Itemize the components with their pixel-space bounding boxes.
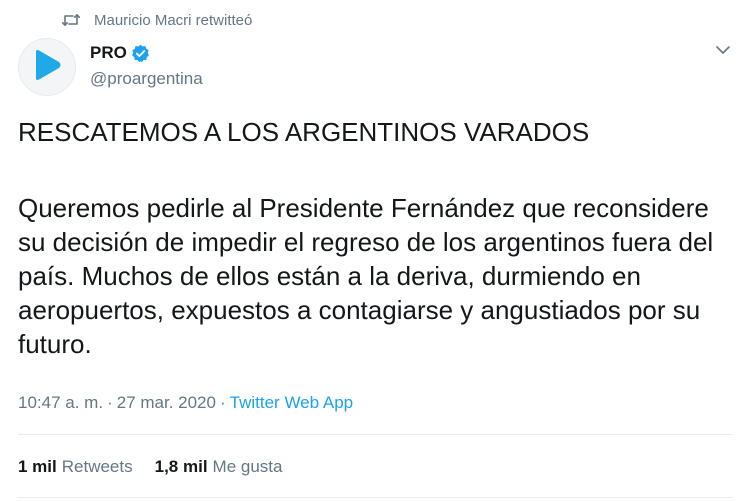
tweet-title: RESCATEMOS A LOS ARGENTINOS VARADOS (18, 117, 590, 147)
likes-count: 1,8 mil (154, 457, 208, 476)
author-name-row[interactable]: PRO (90, 43, 203, 63)
divider (18, 434, 733, 435)
author-block: PRO @proargentina (90, 43, 203, 89)
likes-stat[interactable]: 1,8 mil Me gusta (155, 457, 283, 477)
meta-separator: · (107, 393, 113, 412)
engagement-stats: 1 mil Retweets 1,8 mil Me gusta (18, 457, 282, 477)
divider (18, 497, 733, 498)
retweets-count: 1 mil (18, 457, 57, 476)
tweet-time[interactable]: 10:47 a. m. (18, 393, 103, 413)
tweet-menu-button[interactable] (712, 40, 734, 62)
author-name[interactable]: PRO (90, 43, 127, 63)
tweet-card: Mauricio Macri retwitteó PRO @proargenti… (0, 0, 750, 501)
pro-play-logo (32, 49, 62, 86)
tweet-metadata: 10:47 a. m. · 27 mar. 2020 · Twitter Web… (18, 393, 353, 413)
retweeted-by-text[interactable]: Mauricio Macri retwitteó (94, 12, 252, 29)
author-handle[interactable]: @proargentina (90, 69, 203, 89)
likes-label: Me gusta (212, 457, 283, 476)
retweets-stat[interactable]: 1 mil Retweets (18, 457, 133, 477)
retweet-context: Mauricio Macri retwitteó (62, 8, 252, 32)
verified-badge-icon (127, 44, 150, 63)
chevron-down-icon (716, 42, 730, 60)
avatar[interactable] (18, 38, 76, 96)
meta-separator: · (219, 393, 226, 412)
retweets-label: Retweets (61, 457, 133, 476)
retweet-icon (62, 13, 80, 27)
tweet-source-link[interactable]: Twitter Web App (230, 393, 353, 413)
tweet-date[interactable]: 27 mar. 2020 (117, 393, 216, 413)
tweet-text: Queremos pedirle al Presidente Fernández… (18, 193, 714, 359)
